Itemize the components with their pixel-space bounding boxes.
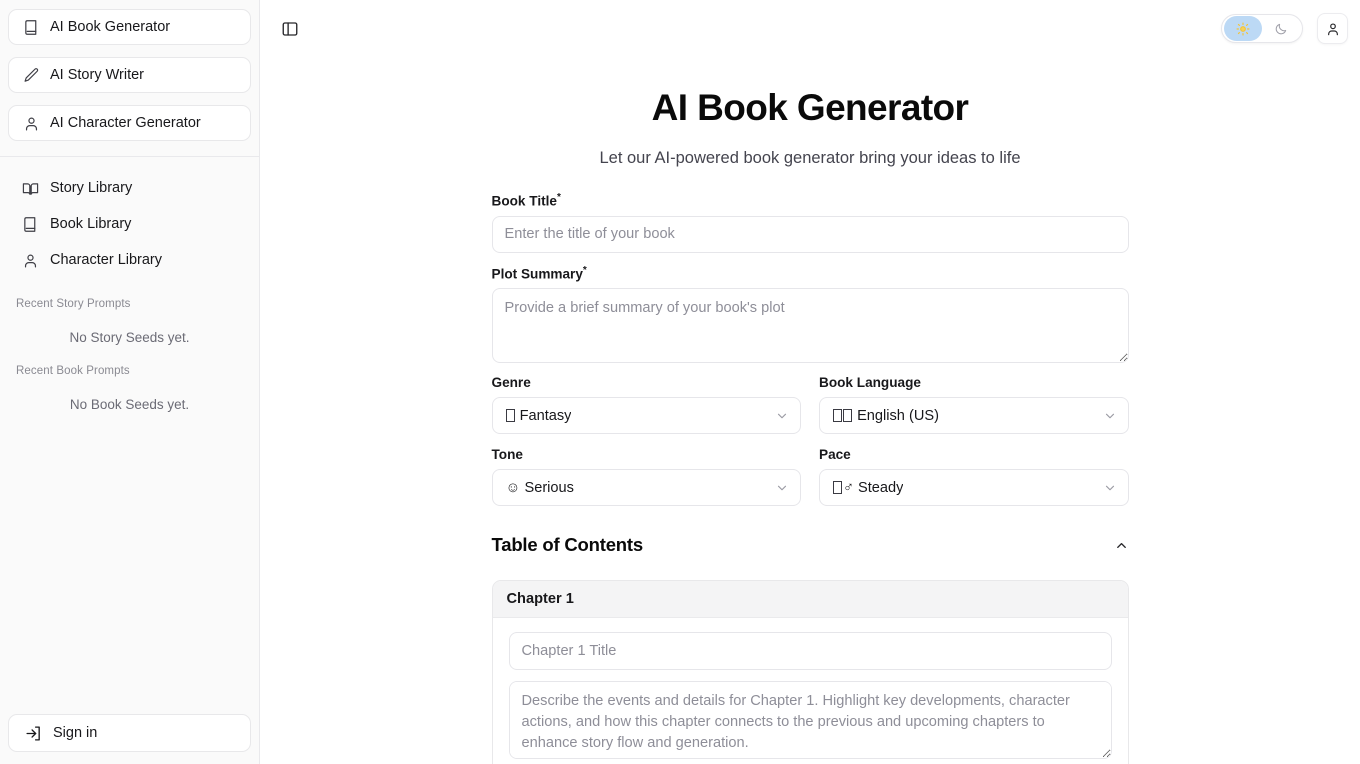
book-language-label: Book Language bbox=[819, 375, 1129, 390]
sidebar-item-label: AI Book Generator bbox=[50, 19, 170, 35]
tone-pace-row: Tone ☺ Serious Pace ♂ Steady bbox=[492, 447, 1129, 506]
chevron-down-icon bbox=[1103, 409, 1117, 423]
chevron-down-icon bbox=[775, 409, 789, 423]
genre-label: Genre bbox=[492, 375, 802, 390]
chapter-description-textarea[interactable] bbox=[509, 681, 1112, 759]
chapter-card: Chapter 1 bbox=[492, 580, 1129, 764]
sidebar-toggle-button[interactable] bbox=[274, 13, 306, 45]
theme-toggle[interactable] bbox=[1221, 14, 1303, 43]
tone-label: Tone bbox=[492, 447, 802, 462]
missing-emoji-glyph bbox=[833, 409, 842, 422]
chapter-header: Chapter 1 bbox=[493, 581, 1128, 618]
person-icon bbox=[23, 115, 40, 132]
sidebar-item-label: Story Library bbox=[50, 180, 132, 196]
table-of-contents-title: Table of Contents bbox=[492, 534, 643, 556]
chevron-down-icon bbox=[775, 481, 789, 495]
sidebar-item-character-library[interactable]: Character Library bbox=[8, 242, 251, 278]
sidebar-nav-cards: AI Book Generator AI Story Writer AI Cha… bbox=[0, 0, 259, 153]
sidebar: AI Book Generator AI Story Writer AI Cha… bbox=[0, 0, 260, 764]
pace-label: Pace bbox=[819, 447, 1129, 462]
pace-select[interactable]: ♂ Steady bbox=[819, 469, 1129, 506]
missing-emoji-glyph bbox=[833, 481, 842, 494]
sidebar-item-label: AI Story Writer bbox=[50, 67, 144, 83]
recent-book-prompts-heading: Recent Book Prompts bbox=[0, 345, 259, 377]
sidebar-item-story-library[interactable]: Story Library bbox=[8, 170, 251, 206]
person-icon bbox=[22, 252, 39, 269]
sidebar-item-book-library[interactable]: Book Library bbox=[8, 206, 251, 242]
no-story-seeds-message: No Story Seeds yet. bbox=[0, 310, 259, 345]
theme-option-dark[interactable] bbox=[1262, 16, 1300, 41]
sign-in-button[interactable]: Sign in bbox=[8, 714, 251, 752]
pace-field: Pace ♂ Steady bbox=[819, 447, 1129, 506]
chevron-down-icon bbox=[1103, 481, 1117, 495]
sidebar-item-label: Character Library bbox=[50, 252, 162, 268]
book-icon bbox=[22, 216, 39, 233]
required-asterisk: * bbox=[557, 192, 561, 203]
tone-emoji: ☺ bbox=[506, 480, 521, 496]
sidebar-item-label: Book Library bbox=[50, 216, 131, 232]
sidebar-item-ai-book-generator[interactable]: AI Book Generator bbox=[8, 9, 251, 45]
login-icon bbox=[25, 725, 42, 742]
panel-toggle-icon bbox=[281, 20, 299, 38]
moon-icon bbox=[1274, 22, 1288, 36]
tone-select[interactable]: ☺ Serious bbox=[492, 469, 802, 506]
book-title-label: Book Title* bbox=[492, 192, 1129, 209]
no-book-seeds-message: No Book Seeds yet. bbox=[0, 377, 259, 412]
missing-emoji-glyph bbox=[506, 409, 515, 422]
book-language-field: Book Language English (US) bbox=[819, 375, 1129, 434]
tone-field: Tone ☺ Serious bbox=[492, 447, 802, 506]
genre-language-row: Genre Fantasy Book Language English (US) bbox=[492, 375, 1129, 434]
genre-selected-value: Fantasy bbox=[506, 408, 572, 424]
plot-summary-field: Plot Summary* bbox=[492, 265, 1129, 364]
tone-selected-value: ☺ Serious bbox=[506, 480, 574, 496]
sidebar-item-ai-character-generator[interactable]: AI Character Generator bbox=[8, 105, 251, 141]
sun-icon bbox=[1236, 22, 1250, 36]
pencil-icon bbox=[23, 67, 40, 84]
book-title-label-text: Book Title bbox=[492, 194, 557, 209]
sidebar-library-links: Story Library Book Library Character Lib… bbox=[0, 157, 259, 278]
pace-emoji-suffix: ♂ bbox=[843, 480, 854, 496]
chapter-body bbox=[493, 618, 1128, 764]
user-avatar-button[interactable] bbox=[1317, 13, 1348, 44]
sidebar-item-ai-story-writer[interactable]: AI Story Writer bbox=[8, 57, 251, 93]
pace-selected-value: ♂ Steady bbox=[833, 480, 903, 496]
theme-option-light[interactable] bbox=[1224, 16, 1262, 41]
tone-value-text: Serious bbox=[524, 480, 573, 496]
signin-container: Sign in bbox=[0, 714, 259, 764]
book-language-select[interactable]: English (US) bbox=[819, 397, 1129, 434]
book-generator-form: Book Title* Plot Summary* Genre Fantasy bbox=[492, 192, 1129, 764]
book-icon bbox=[23, 19, 40, 36]
table-of-contents-header[interactable]: Table of Contents bbox=[492, 534, 1129, 556]
page-content: AI Book Generator Let our AI-powered boo… bbox=[260, 57, 1360, 764]
genre-value-text: Fantasy bbox=[520, 408, 572, 424]
book-title-input[interactable] bbox=[492, 216, 1129, 253]
pace-value-text: Steady bbox=[858, 480, 903, 496]
sidebar-item-label: AI Character Generator bbox=[50, 115, 201, 131]
genre-select[interactable]: Fantasy bbox=[492, 397, 802, 434]
page-title: AI Book Generator bbox=[260, 87, 1360, 129]
plot-summary-textarea[interactable] bbox=[492, 288, 1129, 363]
top-bar bbox=[260, 0, 1360, 57]
top-bar-right bbox=[1221, 13, 1348, 44]
book-title-field: Book Title* bbox=[492, 192, 1129, 253]
chevron-up-icon[interactable] bbox=[1114, 538, 1129, 553]
page-subtitle: Let our AI-powered book generator bring … bbox=[260, 149, 1360, 168]
main-area: AI Book Generator Let our AI-powered boo… bbox=[260, 0, 1360, 764]
book-language-value-text: English (US) bbox=[857, 408, 939, 424]
plot-summary-label: Plot Summary* bbox=[492, 265, 1129, 282]
plot-summary-label-text: Plot Summary bbox=[492, 266, 583, 281]
open-book-icon bbox=[22, 180, 39, 197]
sign-in-label: Sign in bbox=[53, 725, 97, 741]
person-icon bbox=[1325, 21, 1341, 37]
missing-emoji-glyph bbox=[843, 409, 852, 422]
recent-story-prompts-heading: Recent Story Prompts bbox=[0, 278, 259, 310]
genre-field: Genre Fantasy bbox=[492, 375, 802, 434]
required-asterisk: * bbox=[583, 265, 587, 276]
book-language-selected-value: English (US) bbox=[833, 408, 939, 424]
chapter-title-input[interactable] bbox=[509, 632, 1112, 670]
